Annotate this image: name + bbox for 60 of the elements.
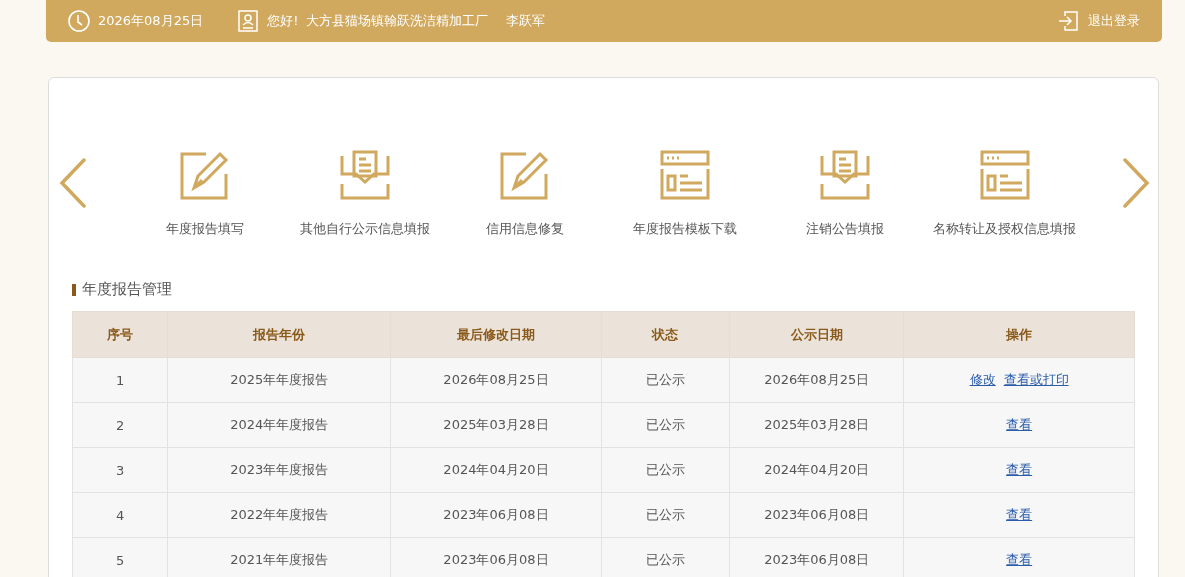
inbox-icon xyxy=(339,150,390,200)
table-cell: 1 xyxy=(72,357,168,403)
table-cell: 已公示 xyxy=(601,402,730,448)
table-cell: 2023年年度报告 xyxy=(167,447,391,493)
table-cell: 2023年06月08日 xyxy=(390,492,602,538)
table-cell: 2 xyxy=(72,402,168,448)
shortcut-label[interactable]: 注销公告填报 xyxy=(805,220,884,238)
profile-card-icon xyxy=(237,10,260,32)
column-header: 状态 xyxy=(601,311,730,358)
column-header: 报告年份 xyxy=(167,311,391,358)
edit-icon xyxy=(499,150,550,200)
table-cell: 2026年08月25日 xyxy=(390,357,602,403)
logout-icon[interactable] xyxy=(1058,10,1080,32)
current-date: 2026年08月25日 xyxy=(98,12,204,30)
clock-icon xyxy=(68,10,90,32)
shortcut-label[interactable]: 其他自行公示信息填报 xyxy=(299,220,430,238)
section-title: 年度报告管理 xyxy=(82,280,172,299)
table-cell: 已公示 xyxy=(601,537,730,577)
inbox-icon xyxy=(819,150,870,200)
section-marker xyxy=(72,283,76,296)
shortcut-label[interactable]: 信用信息修复 xyxy=(485,220,564,238)
column-header: 序号 xyxy=(72,311,168,358)
shortcut-label[interactable]: 名称转让及授权信息填报 xyxy=(933,220,1076,238)
action-link[interactable]: 查看 xyxy=(1006,507,1033,522)
table-cell: 5 xyxy=(72,537,168,577)
table-cell: 2025年03月28日 xyxy=(729,402,904,448)
table-cell: 2026年08月25日 xyxy=(729,357,904,403)
action-link[interactable]: 查看 xyxy=(1006,417,1033,432)
table-cell: 已公示 xyxy=(601,492,730,538)
chevron-left-icon[interactable] xyxy=(58,158,88,208)
action-link[interactable]: 修改 xyxy=(969,372,996,387)
table-cell: 2024年04月20日 xyxy=(390,447,602,493)
company-name: 大方县猫场镇翰跃洗洁精加工厂 xyxy=(306,12,489,30)
table-cell: 3 xyxy=(72,447,168,493)
chevron-right-icon[interactable] xyxy=(1121,158,1151,208)
action-link[interactable]: 查看或打印 xyxy=(1003,372,1069,387)
table-cell: 2024年04月20日 xyxy=(729,447,904,493)
table-cell: 已公示 xyxy=(601,357,730,403)
form-icon xyxy=(979,150,1030,200)
table-cell: 已公示 xyxy=(601,447,730,493)
table-cell: 4 xyxy=(72,492,168,538)
column-header: 公示日期 xyxy=(729,311,904,358)
shortcut-label[interactable]: 年度报告模板下载 xyxy=(632,220,737,238)
table-cell: 2022年年度报告 xyxy=(167,492,391,538)
action-link[interactable]: 查看 xyxy=(1006,462,1033,477)
form-icon xyxy=(659,150,710,200)
table-cell: 2025年03月28日 xyxy=(390,402,602,448)
action-link[interactable]: 查看 xyxy=(1006,552,1033,567)
user-name: 李跃军 xyxy=(506,12,546,30)
shortcut-label[interactable]: 年度报告填写 xyxy=(165,220,244,238)
table-cell: 2025年年度报告 xyxy=(167,357,391,403)
column-header: 操作 xyxy=(903,311,1135,358)
table-cell: 2021年年度报告 xyxy=(167,537,391,577)
table-cell: 2023年06月08日 xyxy=(729,537,904,577)
table-cell: 2024年年度报告 xyxy=(167,402,391,448)
greeting: 您好! xyxy=(267,12,299,30)
table-cell: 2023年06月08日 xyxy=(729,492,904,538)
table-cell: 2023年06月08日 xyxy=(390,537,602,577)
edit-icon xyxy=(179,150,230,200)
column-header: 最后修改日期 xyxy=(390,311,602,358)
